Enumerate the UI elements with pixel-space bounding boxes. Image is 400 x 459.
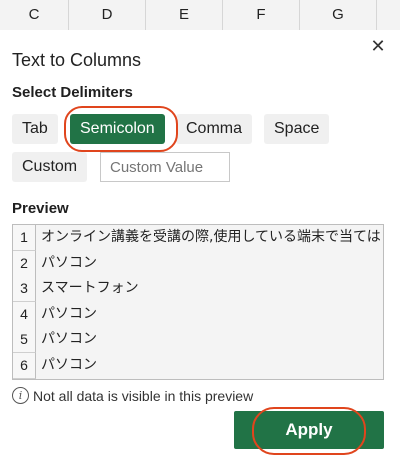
- preview-row-text: パソコン: [41, 254, 97, 271]
- preview-row-text: スマートフォン: [41, 280, 139, 297]
- close-icon[interactable]: ✕: [370, 37, 386, 55]
- preview-row: 1 オンライン講義を受講の際,使用している端末で当ては: [13, 225, 383, 251]
- delimiter-space-button[interactable]: Space: [264, 114, 330, 144]
- preview-row-text: パソコン: [41, 356, 97, 373]
- preview-label: Preview: [12, 200, 69, 217]
- preview-row-text: パソコン: [41, 331, 97, 348]
- preview-row-number: 5: [13, 327, 36, 354]
- preview-row-number: 6: [13, 352, 36, 379]
- preview-row-number: 4: [13, 301, 36, 328]
- preview-row-number: 2: [13, 250, 36, 277]
- preview-row-text: オンライン講義を受講の際,使用している端末で当ては: [41, 229, 381, 245]
- preview-row: 4 パソコン: [13, 301, 383, 328]
- column-header-strip: C D E F G: [0, 0, 400, 31]
- preview-row: 6 パソコン: [13, 352, 383, 379]
- preview-info-note: i Not all data is visible in this previe…: [12, 387, 253, 404]
- preview-table[interactable]: 1 オンライン講義を受講の際,使用している端末で当ては 2 パソコン 3 スマー…: [12, 224, 384, 380]
- select-delimiters-label: Select Delimiters: [12, 84, 133, 101]
- column-header-e[interactable]: E: [146, 0, 223, 30]
- column-header-g[interactable]: G: [300, 0, 377, 30]
- preview-row-text: パソコン: [41, 305, 97, 322]
- delimiter-custom-button[interactable]: Custom: [12, 152, 88, 182]
- preview-row: 3 スマートフォン: [13, 276, 383, 303]
- preview-info-text: Not all data is visible in this preview: [33, 387, 254, 404]
- info-icon: i: [12, 387, 29, 404]
- preview-row: 2 パソコン: [13, 250, 383, 277]
- pane-title: Text to Columns: [12, 50, 142, 70]
- delimiter-semicolon-button[interactable]: Semicolon: [70, 114, 165, 144]
- column-header-c[interactable]: C: [0, 0, 69, 30]
- preview-row-number: 1: [13, 225, 36, 251]
- column-header-f[interactable]: F: [223, 0, 300, 30]
- delimiter-comma-button[interactable]: Comma: [176, 114, 253, 144]
- text-to-columns-pane: ✕ Text to Columns Select Delimiters Tab …: [0, 30, 400, 459]
- apply-button[interactable]: Apply: [234, 411, 384, 449]
- preview-row: 5 パソコン: [13, 327, 383, 354]
- delimiter-tab-button[interactable]: Tab: [12, 114, 58, 144]
- preview-row-number: 3: [13, 276, 36, 303]
- custom-delimiter-input[interactable]: [100, 152, 230, 182]
- column-header-d[interactable]: D: [69, 0, 146, 30]
